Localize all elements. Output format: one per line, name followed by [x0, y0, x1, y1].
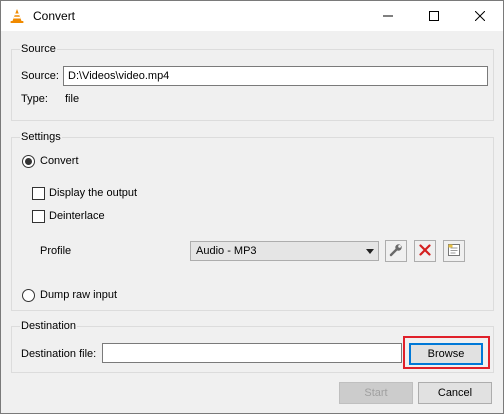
dump-raw-label: Dump raw input: [40, 289, 118, 301]
new-profile-button[interactable]: [443, 240, 465, 262]
window-title: Convert: [33, 9, 76, 23]
source-input[interactable]: D:\Videos\video.mp4: [63, 66, 488, 86]
profile-select[interactable]: Audio - MP3: [190, 241, 379, 261]
radio-selected-dot: [25, 158, 32, 165]
minimize-icon: [383, 11, 393, 21]
title-bar: Convert: [1, 1, 503, 31]
close-button[interactable]: [457, 1, 503, 31]
vlc-cone-icon: [9, 8, 25, 24]
destination-file-label: Destination file:: [21, 348, 97, 360]
convert-radio[interactable]: [22, 155, 35, 168]
profile-select-value: Audio - MP3: [196, 245, 257, 257]
cancel-button[interactable]: Cancel: [418, 382, 492, 404]
convert-dialog: Convert Source Source: D:\Videos\video.m…: [0, 0, 504, 414]
edit-profile-button[interactable]: [385, 240, 407, 262]
type-value: file: [65, 93, 80, 105]
deinterlace-label: Deinterlace: [49, 210, 105, 222]
dump-raw-radio[interactable]: [22, 289, 35, 302]
close-icon: [475, 11, 485, 21]
source-label: Source:: [21, 70, 59, 82]
maximize-icon: [429, 11, 439, 21]
convert-label: Convert: [40, 155, 79, 167]
source-group-title: Source: [20, 43, 57, 56]
type-label: Type:: [21, 93, 48, 105]
deinterlace-checkbox[interactable]: [32, 210, 45, 223]
highlight-box: [403, 336, 490, 369]
delete-profile-button[interactable]: [414, 240, 436, 262]
display-output-label: Display the output: [49, 187, 138, 199]
profile-label: Profile: [40, 245, 72, 257]
display-output-checkbox[interactable]: [32, 187, 45, 200]
chevron-down-icon: [366, 249, 374, 254]
start-button[interactable]: Start: [339, 382, 413, 404]
settings-group-title: Settings: [20, 131, 62, 144]
destination-group-title: Destination: [20, 320, 78, 333]
wrench-icon: [389, 243, 403, 260]
maximize-button[interactable]: [411, 1, 457, 31]
settings-group: Settings: [11, 131, 494, 311]
new-profile-icon: [447, 243, 461, 260]
destination-file-input[interactable]: [102, 343, 402, 363]
minimize-button[interactable]: [365, 1, 411, 31]
delete-x-icon: [419, 243, 431, 259]
